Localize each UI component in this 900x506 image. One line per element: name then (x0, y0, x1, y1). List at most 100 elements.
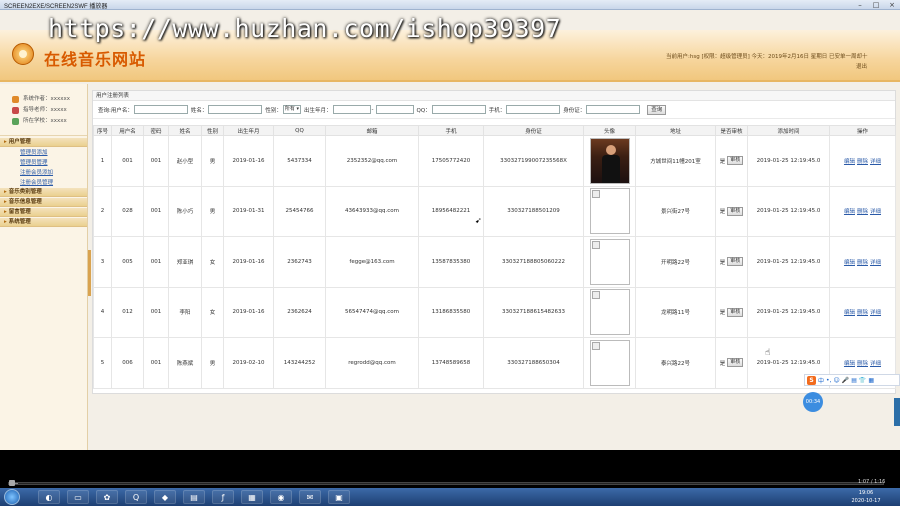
cell-addr: 方城世间11幢201室 (635, 135, 716, 187)
username-label: 查询:用户名： (98, 107, 133, 114)
phone-input[interactable] (506, 105, 561, 114)
search-bar: 查询:用户名： 姓名： 性别： 所有 ▾ 出生年月： - QQ： 手机： 身份证… (93, 101, 895, 119)
taskbar-app-icon[interactable]: ▤ (183, 490, 205, 504)
menu-item-member-manage[interactable]: 注册会员管理 (0, 178, 87, 188)
side-handle[interactable] (894, 398, 900, 426)
search-button[interactable]: 查询 (647, 104, 667, 115)
taskbar-app-icon[interactable]: ◉ (270, 490, 292, 504)
ime-mic-icon[interactable]: 🎤 (842, 377, 849, 384)
cell-email: fegge@163.com (325, 236, 419, 288)
ime-emoji-icon[interactable]: ☺ (833, 377, 839, 384)
taskbar-app-icon[interactable]: ✉ (299, 490, 321, 504)
id-input[interactable] (586, 105, 641, 114)
audit-button[interactable]: 审核 (727, 206, 744, 216)
ime-skin-icon[interactable]: 👕 (859, 377, 866, 384)
ime-toolbar[interactable]: S 中 •, ☺ 🎤 ▤ 👕 ▦ (804, 374, 900, 386)
taskbar-app-icon[interactable]: ◆ (154, 490, 176, 504)
ime-keyboard-icon[interactable]: ▤ (851, 377, 857, 384)
edit-link[interactable]: 编辑 (844, 310, 855, 316)
school-icon (12, 118, 19, 125)
edit-link[interactable]: 编辑 (844, 260, 855, 266)
audit-status: 是 (719, 158, 726, 165)
sidebar-splitter[interactable] (88, 250, 91, 296)
menu-head-users[interactable]: 用户管理 (0, 138, 87, 147)
cell-phone: 17505772420 (418, 135, 484, 187)
cell-birth: 2019-02-10 (223, 337, 274, 389)
username-input[interactable] (133, 105, 188, 114)
birth-start-input[interactable] (332, 105, 371, 114)
delete-link[interactable]: 删除 (857, 361, 868, 367)
cell-name: 陈小巧 (168, 185, 202, 237)
cell-photo (583, 236, 636, 288)
seek-handle[interactable] (9, 480, 15, 486)
col-header: 序号 (93, 125, 112, 136)
cell-addr: 景兴街27号 (635, 185, 716, 237)
detail-link[interactable]: 详细 (870, 159, 881, 165)
close-button[interactable]: × (884, 0, 900, 10)
cell-time: 2019-01-25 12:19:45.0 (747, 286, 830, 338)
cell-audit: 是审核 (715, 286, 748, 338)
cell-name: 陈燕斌 (168, 337, 202, 389)
audit-button[interactable]: 审核 (727, 358, 744, 368)
taskbar-app-icon[interactable]: ◐ (38, 490, 60, 504)
detail-link[interactable]: 详细 (870, 310, 881, 316)
ime-menu-icon[interactable]: ▦ (868, 377, 874, 384)
floating-clock[interactable]: 00:34 (803, 392, 823, 412)
start-button[interactable] (4, 489, 20, 505)
taskbar-app-icon[interactable]: ▭ (67, 490, 89, 504)
detail-link[interactable]: 详细 (870, 361, 881, 367)
detail-link[interactable]: 详细 (870, 209, 881, 215)
seek-bar[interactable] (8, 482, 884, 485)
qq-input[interactable] (431, 105, 486, 114)
playback-time: 1:07 / 1:16 (858, 479, 886, 485)
detail-link[interactable]: 详细 (870, 260, 881, 266)
taskbar-app-icon[interactable]: Q (125, 490, 147, 504)
audit-button[interactable]: 审核 (727, 307, 744, 317)
menu-item-member-add[interactable]: 注册会员添加 (0, 168, 87, 178)
birth-end-input[interactable] (375, 105, 414, 114)
cell-id: 330327188805060222 (483, 236, 584, 288)
broken-image-icon (589, 339, 630, 386)
taskbar-app-icon[interactable]: ƒ (212, 490, 234, 504)
cell-email: regrodd@qq.com (325, 337, 419, 389)
edit-link[interactable]: 编辑 (844, 361, 855, 367)
audit-button[interactable]: 审核 (727, 156, 744, 166)
minimize-button[interactable]: – (852, 0, 868, 10)
cell-phone: 13186835580 (418, 286, 484, 338)
taskbar-app-icon[interactable]: ✿ (96, 490, 118, 504)
delete-link[interactable]: 删除 (857, 209, 868, 215)
menu-head-messages[interactable]: 留言管理 (0, 208, 87, 217)
ime-mode[interactable]: 中 (818, 376, 824, 385)
delete-link[interactable]: 删除 (857, 159, 868, 165)
edit-link[interactable]: 编辑 (844, 159, 855, 165)
taskbar-app-icon[interactable]: ▦ (241, 490, 263, 504)
taskbar-app-icon[interactable]: ▣ (328, 490, 350, 504)
ime-punct[interactable]: •, (826, 377, 831, 384)
menu-head-music-info[interactable]: 音乐信息管理 (0, 198, 87, 207)
delete-link[interactable]: 删除 (857, 310, 868, 316)
cell-photo (583, 135, 636, 187)
broken-image-icon (589, 289, 630, 336)
cell-pwd: 001 (143, 337, 169, 389)
menu-head-music-category[interactable]: 音乐类别管理 (0, 188, 87, 197)
audit-status: 是 (719, 310, 726, 317)
col-header: 地址 (635, 125, 716, 136)
col-header: 性别 (201, 125, 224, 136)
cell-email: 56547474@qq.com (325, 286, 419, 338)
qq-label: QQ： (416, 107, 431, 114)
cell-user: 012 (111, 286, 144, 338)
delete-link[interactable]: 删除 (857, 260, 868, 266)
cell-sex: 女 (201, 286, 224, 338)
user-info: 当前用户:hsg [权限：超级管理员] 今天：2019年2月16日 星期日 已安… (666, 52, 876, 72)
logout-link[interactable]: 退出 (666, 62, 876, 72)
cell-name: 郑亚琪 (168, 236, 202, 288)
name-input[interactable] (208, 105, 263, 114)
menu-head-system[interactable]: 系统管理 (0, 218, 87, 227)
audit-button[interactable]: 审核 (727, 257, 744, 267)
menu-item-admin-manage[interactable]: 管理员管理 (0, 158, 87, 168)
watermark-url: https://www.huzhan.com/ishop39397 (48, 14, 562, 43)
gender-select[interactable]: 所有 ▾ (282, 105, 301, 114)
menu-item-admin-add[interactable]: 管理员添加 (0, 148, 87, 158)
edit-link[interactable]: 编辑 (844, 209, 855, 215)
maximize-button[interactable]: □ (868, 0, 884, 10)
